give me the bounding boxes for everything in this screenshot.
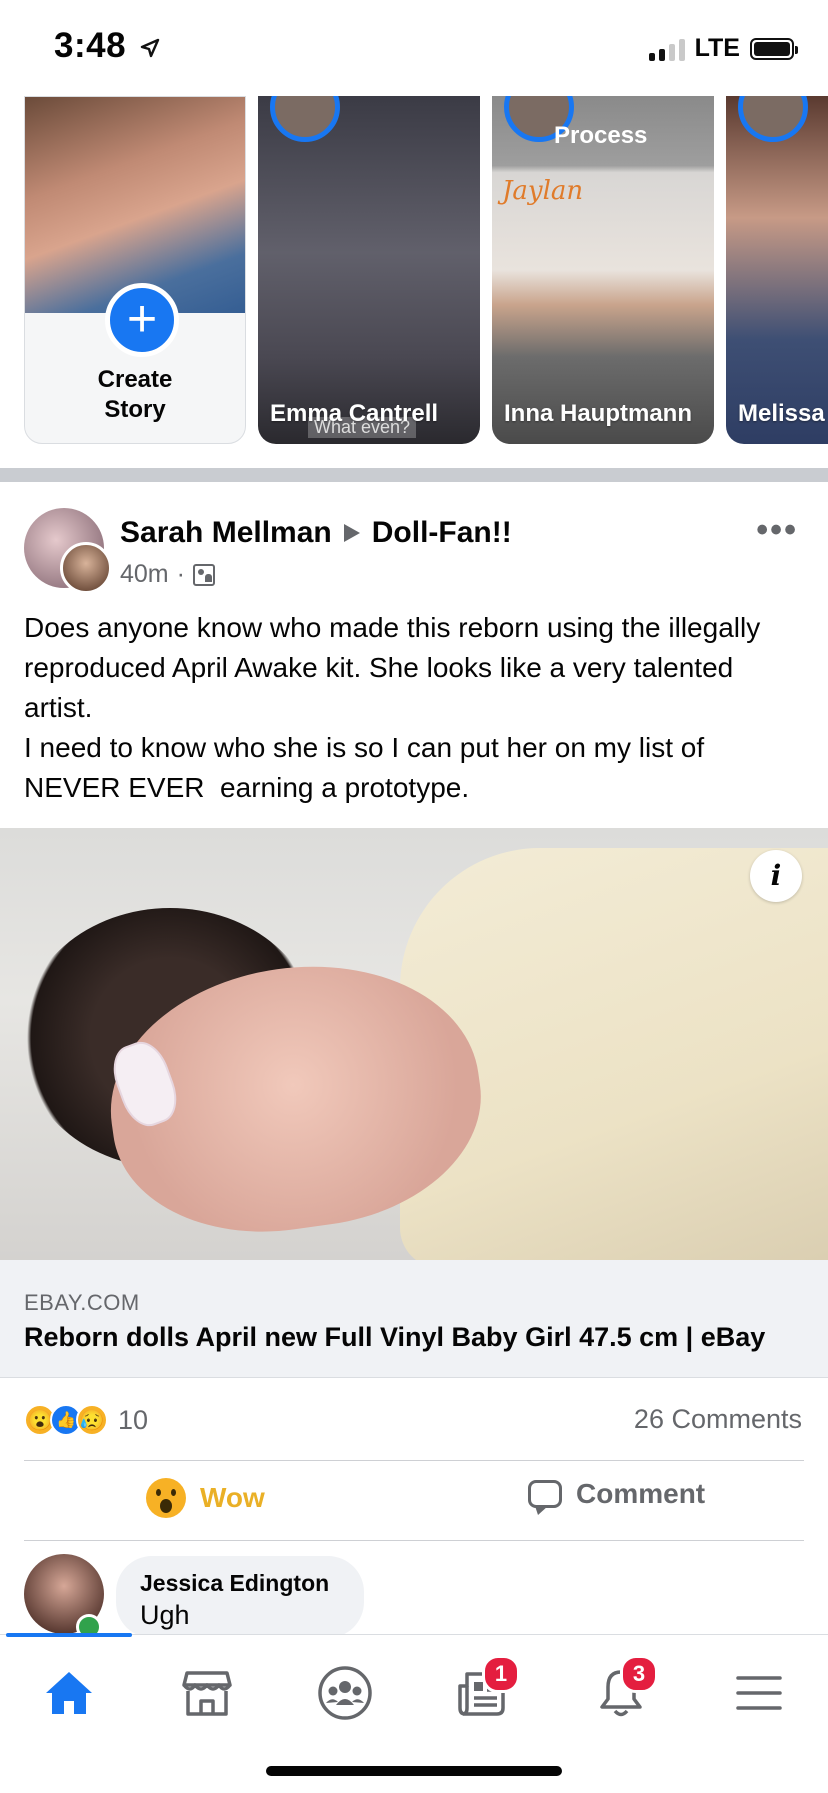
wow-icon xyxy=(146,1478,186,1518)
story-name: Melissa xyxy=(738,400,825,427)
commenter-name: Jessica Edington xyxy=(140,1570,330,1596)
create-story-card[interactable]: + Create Story xyxy=(24,96,246,444)
comment-icon xyxy=(528,1480,562,1515)
story-avatar xyxy=(738,96,808,142)
status-time: 3:48 xyxy=(54,26,160,66)
home-icon xyxy=(46,1672,92,1714)
link-domain: EBAY.COM xyxy=(24,1290,140,1315)
tab-news[interactable]: 1 xyxy=(438,1655,528,1729)
comment-bubble[interactable]: Jessica Edington Ugh xyxy=(116,1556,364,1638)
post-text: Does anyone know who made this reborn us… xyxy=(24,612,761,803)
meta-separator: · xyxy=(176,560,185,588)
group-privacy-icon xyxy=(192,563,215,586)
section-divider xyxy=(0,468,828,482)
status-indicators: LTE xyxy=(648,34,798,63)
link-title: Reborn dolls April new Full Vinyl Baby G… xyxy=(24,1322,766,1352)
news-badge: 1 xyxy=(482,1655,520,1693)
active-tab-indicator xyxy=(6,1633,132,1637)
author-avatar[interactable] xyxy=(24,508,112,594)
tab-marketplace[interactable] xyxy=(162,1657,252,1729)
wow-button[interactable]: Wow xyxy=(146,1478,265,1518)
menu-icon xyxy=(736,1676,782,1710)
groups-icon xyxy=(318,1666,372,1720)
home-indicator[interactable] xyxy=(266,1766,562,1776)
reactions-summary[interactable]: 😮 👍 😥 10 xyxy=(24,1404,148,1436)
signal-icon xyxy=(648,37,685,61)
story-name: Emma Cantrell xyxy=(270,400,439,427)
arrow-right-icon xyxy=(343,524,360,542)
story-card-emma[interactable]: What even? Emma Cantrell xyxy=(258,96,480,444)
story-brand-text: Jaylan xyxy=(502,176,584,206)
link-preview-image[interactable]: i xyxy=(0,828,828,1260)
comment-text: Ugh xyxy=(140,1600,190,1630)
link-preview-caption[interactable]: EBAY.COM Reborn dolls April new Full Vin… xyxy=(0,1260,828,1378)
comments-count[interactable]: 26 Comments xyxy=(634,1404,802,1435)
divider xyxy=(24,1460,804,1461)
create-story-photo xyxy=(25,97,245,313)
story-card-melissa[interactable]: Melissa xyxy=(726,96,828,444)
story-name: Inna Hauptmann xyxy=(504,400,693,427)
notifications-badge: 3 xyxy=(620,1655,658,1693)
location-arrow-icon xyxy=(141,38,160,57)
network-label: LTE xyxy=(694,34,740,62)
story-card-inna[interactable]: Process Jaylan Inna Hauptmann xyxy=(492,96,714,444)
wow-label: Wow xyxy=(200,1482,265,1513)
battery-icon xyxy=(750,37,798,60)
comment-label: Comment xyxy=(576,1478,706,1509)
story-overlay-text: Process xyxy=(554,122,648,149)
info-icon[interactable]: i xyxy=(750,850,802,902)
comment-button[interactable]: Comment xyxy=(528,1478,706,1515)
divider xyxy=(24,1540,804,1541)
user-avatar xyxy=(60,542,112,594)
group-name[interactable]: Doll-Fan!! xyxy=(372,516,512,550)
post-time[interactable]: 40m xyxy=(120,560,169,589)
plus-icon[interactable]: + xyxy=(105,283,179,357)
tab-menu[interactable] xyxy=(714,1657,804,1729)
sad-reaction-icon: 😥 xyxy=(76,1404,108,1436)
author-name[interactable]: Sarah Mellman xyxy=(120,516,332,550)
reaction-count: 10 xyxy=(118,1404,149,1435)
marketplace-icon xyxy=(182,1671,232,1716)
tab-notifications[interactable]: 3 xyxy=(576,1655,666,1729)
post-title: Sarah Mellman Doll-Fan!! xyxy=(120,516,512,550)
more-options-button[interactable]: ••• xyxy=(756,513,798,547)
story-avatar xyxy=(270,96,340,142)
tab-groups[interactable] xyxy=(300,1657,390,1729)
create-story-label: Create Story xyxy=(97,366,173,423)
post-meta: 40m · xyxy=(120,560,215,589)
stories-tray[interactable]: + Create Story What even? Emma Cantrell … xyxy=(0,96,828,444)
tab-home[interactable] xyxy=(24,1657,114,1729)
